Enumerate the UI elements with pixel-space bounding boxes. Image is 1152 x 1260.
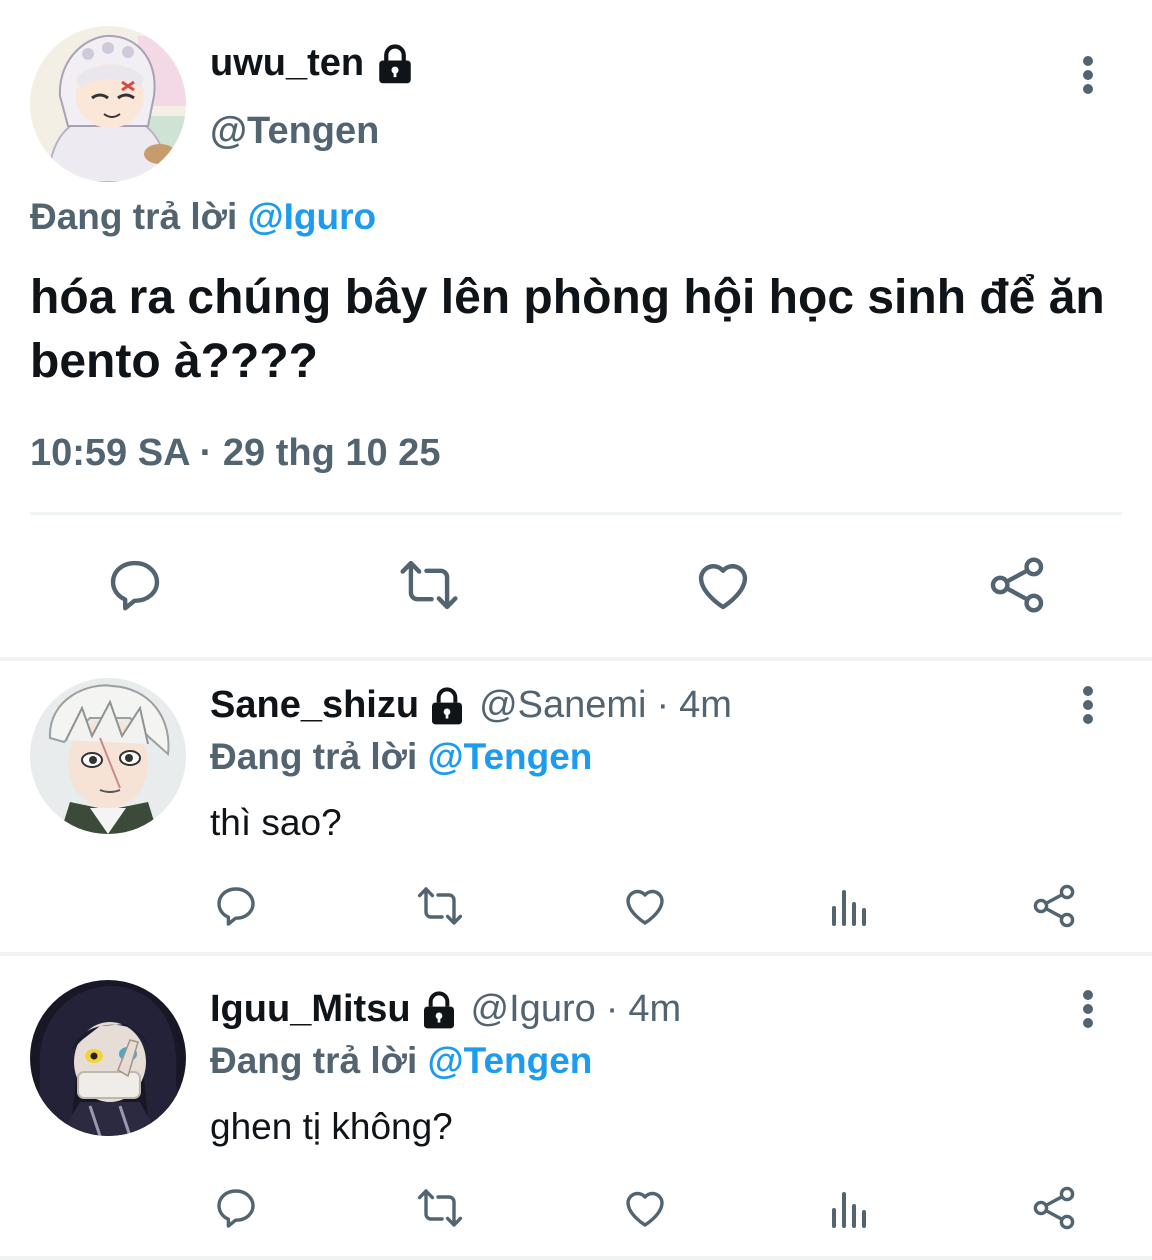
lock-icon (374, 43, 416, 85)
mention-link[interactable]: @Tengen (428, 736, 593, 777)
lock-icon (419, 990, 459, 1030)
reply-icon (217, 1189, 255, 1228)
replying-prefix: Đang trả lời (210, 736, 418, 777)
views-button[interactable] (822, 878, 878, 934)
reply-header: Iguu_Mitsu @Iguro · 4m (210, 988, 681, 1031)
more-vertical-icon (1083, 990, 1093, 1028)
retweet-button[interactable] (394, 550, 464, 620)
retweet-icon (417, 887, 463, 925)
share-icon (1033, 884, 1075, 928)
reply-tweet[interactable]: Iguu_Mitsu @Iguro · 4m Đang trả lời @Ten… (0, 956, 1152, 1256)
like-button[interactable] (617, 878, 673, 934)
more-options-button[interactable] (1068, 984, 1108, 1034)
reply-icon (217, 887, 255, 926)
divider (0, 1256, 1152, 1260)
share-icon (1033, 1186, 1075, 1230)
share-button[interactable] (1026, 878, 1082, 934)
share-icon (990, 557, 1044, 613)
user-handle[interactable]: @Tengen (210, 110, 379, 153)
mention-link[interactable]: @Iguro (248, 196, 377, 237)
replying-to: Đang trả lời @Iguro (30, 196, 376, 238)
replying-to: Đang trả lời @Tengen (210, 736, 592, 778)
retweet-button[interactable] (412, 878, 468, 934)
retweet-icon (417, 1189, 463, 1227)
views-icon (832, 1192, 866, 1228)
user-handle[interactable]: @Iguro (471, 988, 596, 1031)
like-button[interactable] (617, 1180, 673, 1236)
replying-prefix: Đang trả lời (30, 196, 238, 237)
tweet-text: thì sao? (210, 802, 342, 843)
main-tweet: uwu_ten @Tengen Đang trả lời @Iguro hóa … (0, 0, 1152, 660)
views-button[interactable] (822, 1180, 878, 1236)
user-handle[interactable]: @Sanemi (479, 684, 646, 727)
heart-icon (698, 564, 748, 610)
heart-icon (626, 1191, 664, 1227)
replying-to: Đang trả lời @Tengen (210, 1040, 592, 1082)
separator: · (605, 988, 619, 1030)
reply-button[interactable] (100, 550, 170, 620)
tweet-text: ghen tị không? (210, 1106, 453, 1147)
reply-button[interactable] (208, 878, 264, 934)
display-name[interactable]: Iguu_Mitsu (210, 988, 411, 1031)
reply-tweet[interactable]: Sane_shizu @Sanemi · 4m Đang trả lời @Te… (0, 660, 1152, 952)
heart-icon (626, 889, 664, 925)
relative-time[interactable]: 4m (628, 988, 681, 1031)
divider (30, 512, 1122, 515)
share-button[interactable] (1026, 1180, 1082, 1236)
more-vertical-icon (1083, 686, 1093, 724)
share-button[interactable] (982, 550, 1052, 620)
reply-icon (110, 560, 160, 611)
reply-header: Sane_shizu @Sanemi · 4m (210, 684, 732, 727)
lock-icon (427, 686, 467, 726)
more-options-button[interactable] (1068, 50, 1108, 100)
replying-prefix: Đang trả lời (210, 1040, 418, 1081)
tweet-timestamp[interactable]: 10:59 SA · 29 thg 10 25 (30, 432, 440, 475)
avatar[interactable] (30, 678, 186, 834)
avatar[interactable] (30, 26, 186, 182)
more-vertical-icon (1083, 56, 1093, 94)
separator: · (656, 684, 670, 726)
display-name[interactable]: uwu_ten (210, 42, 416, 85)
display-name[interactable]: Sane_shizu (210, 684, 419, 727)
retweet-button[interactable] (412, 1180, 468, 1236)
avatar[interactable] (30, 980, 186, 1136)
like-button[interactable] (688, 550, 758, 620)
tweet-text: hóa ra chúng bây lên phòng hội học sinh … (30, 271, 1105, 388)
relative-time[interactable]: 4m (679, 684, 732, 727)
views-icon (832, 890, 866, 926)
display-name-text[interactable]: uwu_ten (210, 42, 364, 85)
retweet-icon (400, 560, 458, 610)
reply-button[interactable] (208, 1180, 264, 1236)
mention-link[interactable]: @Tengen (428, 1040, 593, 1081)
more-options-button[interactable] (1068, 680, 1108, 730)
